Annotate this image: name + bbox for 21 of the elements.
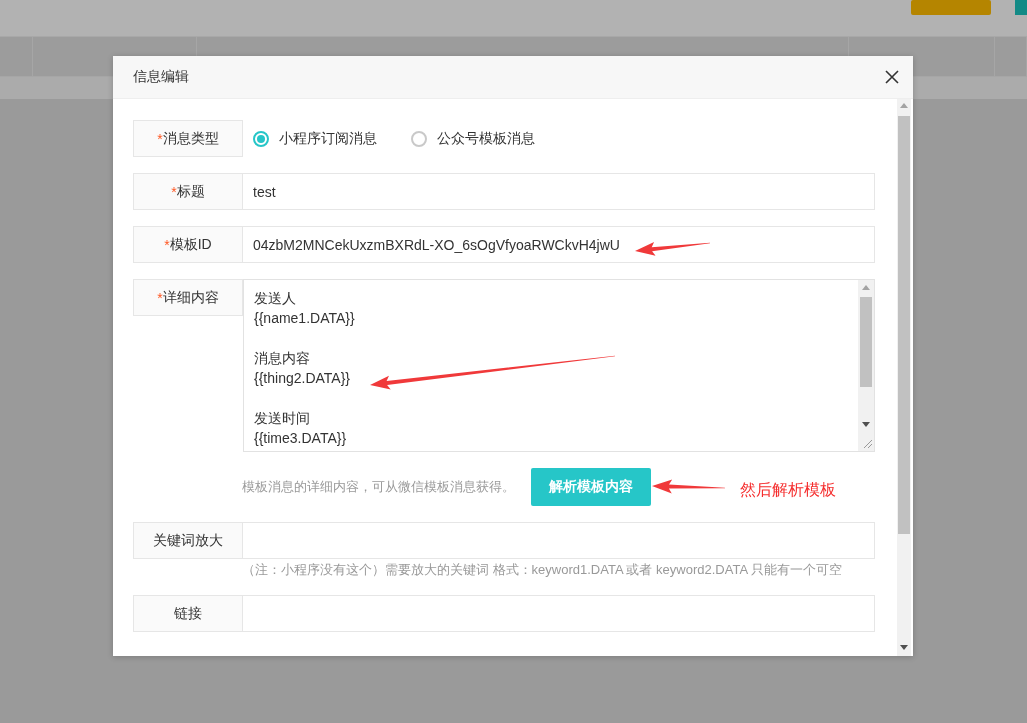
- field-label: *详细内容: [133, 279, 243, 316]
- input-field[interactable]: [243, 595, 875, 632]
- field-label: *消息类型: [133, 120, 243, 157]
- radio-label[interactable]: 小程序订阅消息: [279, 129, 377, 148]
- dialog-title: 信息编辑: [133, 68, 189, 86]
- radio-button[interactable]: [253, 130, 269, 147]
- field-label: *标题: [133, 173, 243, 210]
- radio-button[interactable]: [411, 130, 427, 147]
- field-label: 链接: [133, 595, 243, 632]
- toolbar-button[interactable]: [1015, 0, 1027, 15]
- hint-text: 模板消息的详细内容，可从微信模板消息获得。: [242, 478, 515, 496]
- annotation-text: 然后解析模板: [740, 480, 836, 500]
- input-field[interactable]: 04zbM2MNCekUxzmBXRdL-XO_6sOgVfyoaRWCkvH4jwU: [243, 226, 875, 263]
- add-template-button[interactable]: [911, 0, 991, 15]
- close-icon[interactable]: [885, 70, 899, 84]
- radio-label[interactable]: 公众号模板消息: [437, 129, 535, 148]
- scrollbar[interactable]: [858, 280, 874, 451]
- field-label: *模板ID: [133, 226, 243, 263]
- input-field[interactable]: test: [243, 173, 875, 210]
- field-label: 关键词放大: [133, 522, 243, 559]
- input-field[interactable]: [243, 522, 875, 559]
